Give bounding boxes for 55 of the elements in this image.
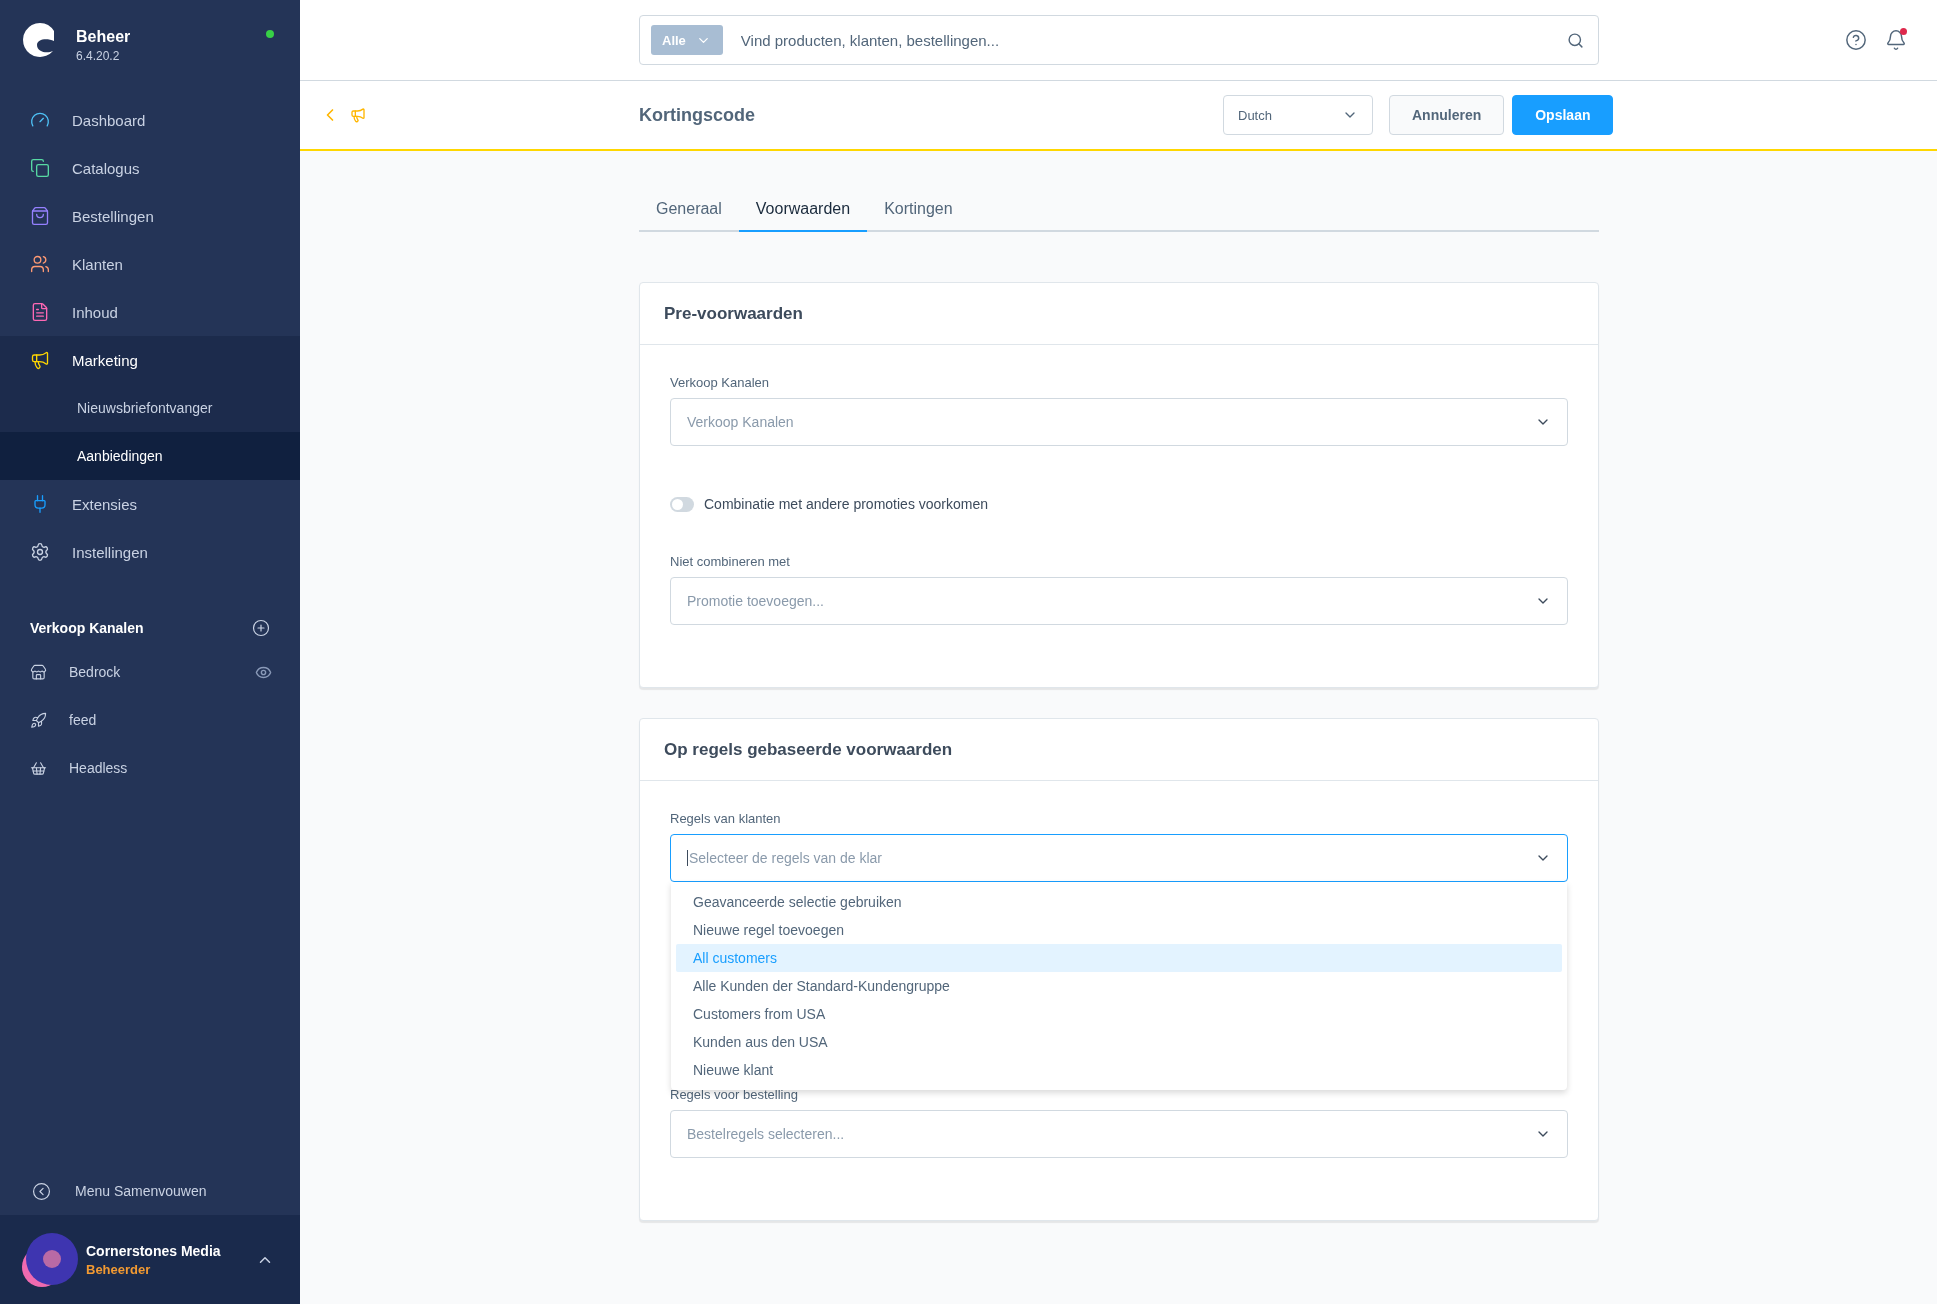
toggle-label: Combinatie met andere promoties voorkomen [704, 496, 989, 512]
dropdown-option[interactable]: Kunden aus den USA [676, 1028, 1562, 1056]
dropdown-option[interactable]: Nieuwe klant [676, 1056, 1562, 1084]
version-label: 6.4.20.2 [76, 49, 121, 63]
settings-icon [30, 542, 50, 562]
channel-item[interactable]: feed [0, 696, 300, 744]
dropdown-option[interactable]: Nieuwe regel toevoegen [676, 916, 1562, 944]
dropdown-option[interactable]: Customers from USA [676, 1000, 1562, 1028]
bag-icon [30, 206, 50, 226]
nav-subitem[interactable]: Nieuwsbriefontvanger [0, 384, 300, 432]
dropdown-option[interactable]: Geavanceerde selectie gebruiken [676, 888, 1562, 916]
tab[interactable]: Kortingen [867, 188, 970, 232]
user-name: Cornerstones Media [86, 1242, 222, 1259]
toggle-switch[interactable] [670, 496, 694, 512]
tab[interactable]: Voorwaarden [738, 188, 868, 232]
nav-item[interactable]: Extensies [0, 480, 300, 528]
chevron-left-icon [32, 1181, 51, 1201]
field-label: Regels voor bestelling [670, 1087, 799, 1102]
brand-title: Beheer [76, 28, 132, 46]
store-icon [30, 663, 47, 681]
search-icon[interactable] [1567, 31, 1584, 49]
channel-item[interactable]: Headless [0, 744, 300, 792]
help-icon[interactable] [1845, 29, 1867, 51]
cancel-button[interactable]: Annuleren [1389, 95, 1505, 135]
text-cursor [687, 850, 688, 866]
card-title: Op regels gebaseerde voorwaarden [640, 719, 1598, 781]
basket-icon [30, 759, 47, 777]
megaphone-icon [350, 107, 366, 123]
card-title: Pre-voorwaarden [640, 283, 1598, 345]
nav-item[interactable]: Catalogus [0, 144, 300, 192]
channel-item[interactable]: Bedrock [0, 648, 300, 696]
user-role: Beheerder [86, 1261, 152, 1277]
nav-item[interactable]: Instellingen [0, 528, 300, 576]
field-label: Verkoop Kanalen [670, 375, 771, 390]
copy-icon [30, 158, 50, 178]
page-title: Kortingscode [639, 104, 756, 126]
nav-item[interactable]: Dashboard [0, 96, 300, 144]
field-label: Niet combineren met [670, 554, 791, 569]
rocket-icon [30, 711, 47, 729]
megaphone-icon [30, 350, 50, 370]
add-icon[interactable] [252, 619, 270, 637]
users-icon [30, 254, 50, 274]
nav-item[interactable]: Bestellingen [0, 192, 300, 240]
section-title: Verkoop Kanalen [30, 620, 144, 636]
nav-item[interactable]: Marketing [0, 336, 300, 384]
dropdown-option[interactable]: Alle Kunden der Standard-Kundengruppe [676, 972, 1562, 1000]
tab[interactable]: Generaal [639, 188, 739, 232]
language-select[interactable]: Dutch [1223, 95, 1373, 135]
bell-icon[interactable] [1885, 29, 1907, 51]
list-icon [30, 302, 50, 322]
nav-subitem[interactable]: Aanbiedingen [0, 432, 300, 480]
nav-item[interactable]: Klanten [0, 240, 300, 288]
nav-item[interactable]: Inhoud [0, 288, 300, 336]
collapse-menu-link[interactable]: Menu Samenvouwen [0, 1167, 300, 1215]
field-label: Regels van klanten [670, 811, 782, 826]
